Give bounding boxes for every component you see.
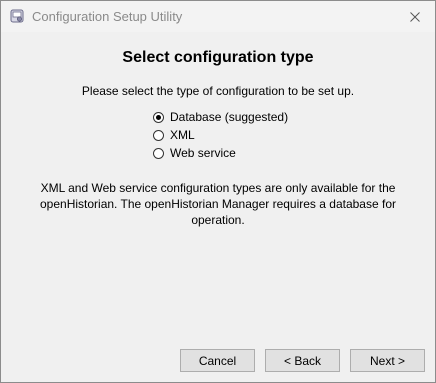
wizard-content: Select configuration type Please select …: [1, 32, 435, 382]
radio-web-service[interactable]: [153, 147, 164, 159]
next-button[interactable]: Next >: [350, 349, 425, 372]
note-line: openHistorian. The openHistorian Manager…: [40, 197, 396, 211]
option-web-service-label: Web service: [170, 146, 236, 160]
option-web-service[interactable]: Web service: [153, 145, 236, 161]
option-xml[interactable]: XML: [153, 127, 195, 143]
configuration-note: XML and Web service configuration types …: [31, 180, 405, 228]
close-button[interactable]: [395, 1, 435, 32]
option-database[interactable]: Database (suggested): [153, 109, 288, 125]
back-button[interactable]: < Back: [265, 349, 340, 372]
radio-database[interactable]: [153, 111, 164, 123]
radio-xml[interactable]: [153, 129, 164, 141]
close-icon: [410, 11, 420, 22]
note-line: operation.: [191, 213, 245, 227]
window-title: Configuration Setup Utility: [32, 9, 183, 24]
title-bar[interactable]: Configuration Setup Utility: [1, 1, 435, 32]
option-database-label: Database (suggested): [170, 110, 289, 124]
page-prompt: Please select the type of configuration …: [81, 84, 355, 98]
setup-window: Configuration Setup Utility Select confi…: [0, 0, 436, 383]
setup-utility-icon: [10, 9, 24, 23]
page-heading: Select configuration type: [122, 49, 314, 66]
note-line: XML and Web service configuration types …: [40, 181, 396, 195]
cancel-button[interactable]: Cancel: [180, 349, 255, 372]
option-xml-label: XML: [170, 128, 195, 142]
